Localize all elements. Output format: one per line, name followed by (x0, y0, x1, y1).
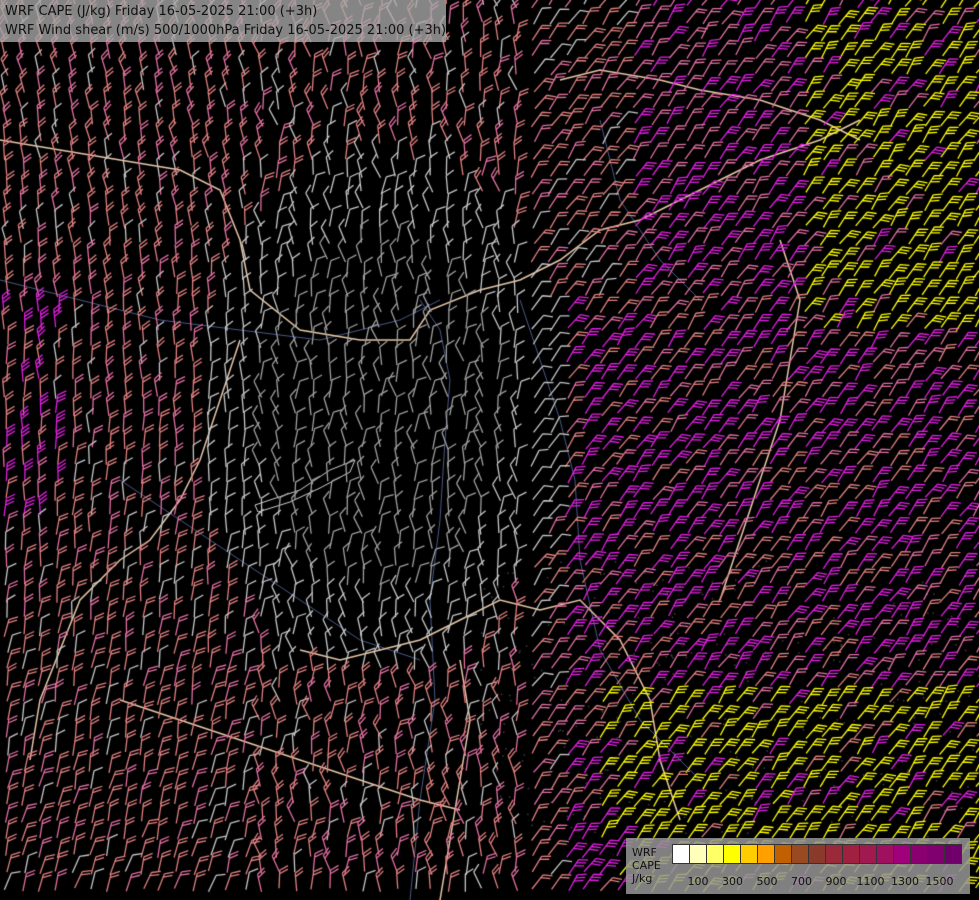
legend-tick-label: 500 (756, 875, 778, 888)
legend-swatch (740, 844, 758, 864)
legend-tick-label: 1500 (925, 875, 954, 888)
legend-swatch (927, 844, 945, 864)
legend-unit: J/kg (632, 872, 653, 885)
legend-swatch (723, 844, 741, 864)
legend-labels: WRF CAPE J/kg (632, 846, 661, 885)
legend-swatch (944, 844, 962, 864)
legend-swatch (791, 844, 809, 864)
legend-color-scale (672, 844, 962, 866)
legend-swatch (910, 844, 928, 864)
legend-tick-labels: 100 300 500 700 900 1100 1300 1500 (672, 875, 972, 889)
legend-swatch (672, 844, 690, 864)
legend-swatch (706, 844, 724, 864)
legend-tick-label: 900 (825, 875, 847, 888)
legend-swatch (825, 844, 843, 864)
legend-swatch (842, 844, 860, 864)
cape-legend: WRF CAPE J/kg 100 300 500 700 900 1100 1300 150… (626, 838, 970, 894)
legend-tick-label: 700 (791, 875, 812, 888)
legend-swatch (893, 844, 911, 864)
legend-swatch (774, 844, 792, 864)
cape-title: WRF CAPE (J/kg) Friday 16-05-2025 21:00 … (5, 4, 318, 19)
legend-model: WRF (632, 846, 657, 859)
legend-variable: CAPE (632, 859, 661, 872)
map-title-box: WRF CAPE (J/kg) Friday 16-05-2025 21:00 … (0, 0, 446, 42)
legend-tick-label: 100 (687, 875, 709, 888)
legend-tick-label: 300 (722, 875, 743, 888)
legend-swatch (808, 844, 826, 864)
legend-swatch (859, 844, 877, 864)
legend-tick-label: 1100 (856, 875, 885, 888)
legend-swatch (876, 844, 894, 864)
legend-tick-label: 1300 (891, 875, 919, 888)
wind-barb-map (0, 0, 979, 900)
legend-swatch (689, 844, 707, 864)
legend-swatch (757, 844, 775, 864)
wind-shear-title: WRF Wind shear (m/s) 500/1000hPa Friday … (5, 23, 447, 38)
